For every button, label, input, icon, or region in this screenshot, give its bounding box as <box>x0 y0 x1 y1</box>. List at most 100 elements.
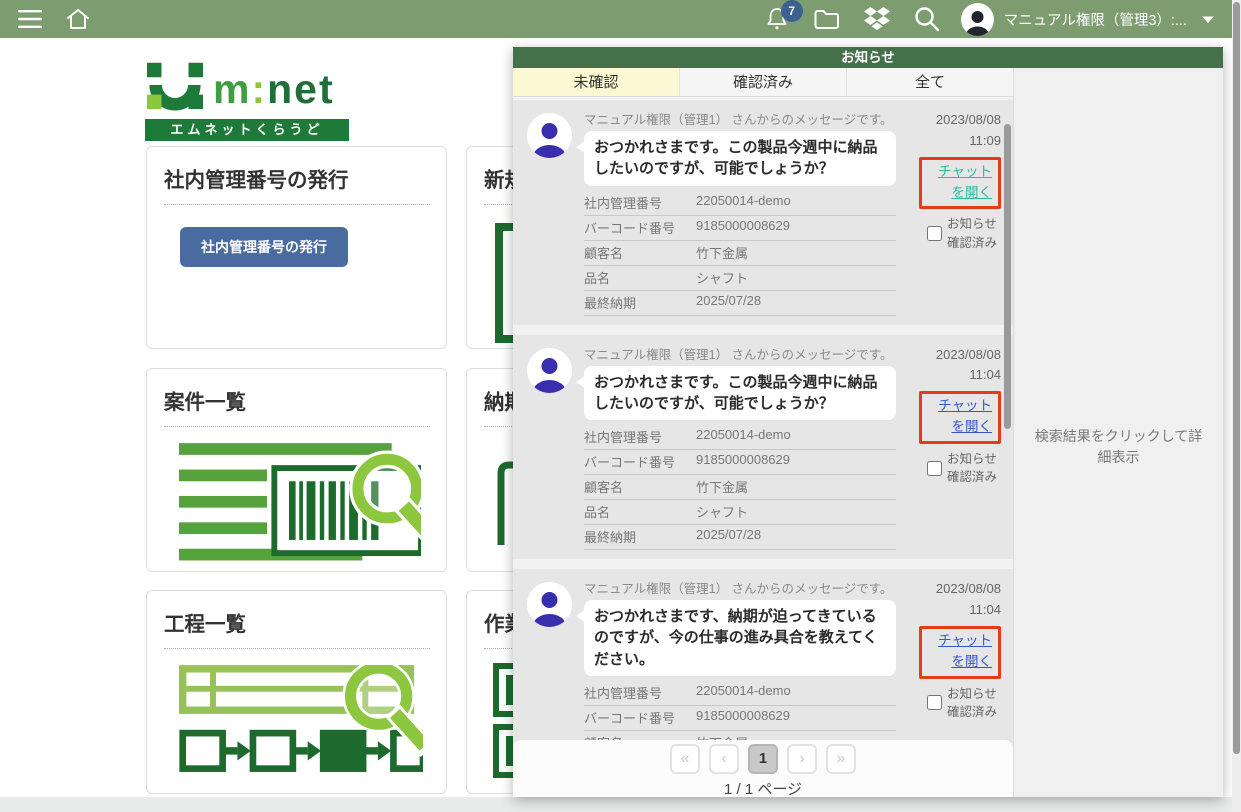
next-page-button[interactable]: › <box>787 744 817 774</box>
home-icon[interactable] <box>65 7 91 31</box>
tab-confirmed[interactable]: 確認済み <box>680 68 847 96</box>
page-1-button[interactable]: 1 <box>748 744 778 774</box>
notification-date: 2023/08/08 <box>896 579 1001 600</box>
card-process-list: 工程一覧 <box>146 590 447 794</box>
page-bottom-strip <box>0 797 1241 812</box>
sender-avatar <box>527 348 572 393</box>
card-issue-control-number: 社内管理番号の発行 社内管理番号の発行 <box>146 146 447 349</box>
notification-time: 11:09 <box>896 131 1001 152</box>
notification-count-badge: 7 <box>781 0 803 22</box>
notification-item: マニュアル権限（管理1） さんからのメッセージです。 おつかれさまです。この製品… <box>513 335 1013 560</box>
sender-avatar <box>527 582 572 627</box>
page-scrollbar[interactable] <box>1232 0 1241 812</box>
process-flow-search-icon[interactable] <box>179 665 423 785</box>
field-label: 品名 <box>584 502 696 521</box>
field-value: 2025/07/28 <box>696 527 761 546</box>
notification-time: 11:04 <box>896 365 1001 386</box>
open-chat-link[interactable]: チャットを開く <box>928 162 992 204</box>
user-avatar[interactable] <box>961 3 994 36</box>
dropbox-icon[interactable] <box>863 6 891 32</box>
field-value: シャフト <box>696 502 748 521</box>
open-chat-link[interactable]: チャットを開く <box>928 396 992 438</box>
sender-avatar <box>527 113 572 158</box>
notice-panel-title: お知らせ <box>513 47 1223 68</box>
caret-down-icon[interactable] <box>1201 15 1215 24</box>
folder-icon[interactable] <box>813 7 841 31</box>
brand-tagline: エムネットくらうど <box>145 119 349 141</box>
field-value: 竹下金属 <box>696 243 748 262</box>
confirm-check-row: お知らせ確認済み <box>896 685 1001 721</box>
field-label: バーコード番号 <box>584 708 696 727</box>
notice-confirmed-checkbox[interactable] <box>927 695 942 710</box>
page-count-label: 1 / 1 ページ <box>513 778 1013 799</box>
notification-date: 2023/08/08 <box>896 110 1001 131</box>
card-title: 案件一覧 <box>164 385 430 427</box>
message-bubble: おつかれさまです。この製品今週中に納品したいのですが、可能でしょうか？ <box>584 131 896 186</box>
confirm-check-row: お知らせ確認済み <box>896 215 1001 251</box>
brand-name: m:net <box>213 69 335 112</box>
notice-tabs: 未確認 確認済み 全て <box>513 68 1013 97</box>
field-label: バーコード番号 <box>584 218 696 237</box>
sender-line: マニュアル権限（管理1） さんからのメッセージです。 <box>584 578 896 597</box>
field-value: 9185000008629 <box>696 218 790 237</box>
notification-date: 2023/08/08 <box>896 345 1001 366</box>
field-value: シャフト <box>696 268 748 287</box>
notice-panel: お知らせ 未確認 確認済み 全て マニュアル権限（管理1） さんからのメッセージ… <box>513 47 1223 797</box>
field-value: 22050014-demo <box>696 193 791 212</box>
field-label: 最終納期 <box>584 293 696 312</box>
chat-link-highlight-box: チャットを開く <box>919 157 1001 210</box>
notice-confirmed-label: お知らせ確認済み <box>947 450 1001 486</box>
detail-placeholder-text: 検索結果をクリックして詳細表示 <box>1014 426 1223 468</box>
pagination-bar: « ‹ 1 › » 1 / 1 ページ <box>513 740 1013 797</box>
sender-line: マニュアル権限（管理1） さんからのメッセージです。 <box>584 109 896 128</box>
barcode-search-icon[interactable] <box>179 443 421 565</box>
user-menu-label[interactable]: マニュアル権限（管理3）:... <box>1004 9 1187 30</box>
card-project-list: 案件一覧 <box>146 368 447 572</box>
field-value: 9185000008629 <box>696 708 790 727</box>
message-bubble: おつかれさまです。この製品今週中に納品したいのですが、可能でしょうか？ <box>584 366 896 421</box>
first-page-button[interactable]: « <box>670 744 700 774</box>
prev-page-button[interactable]: ‹ <box>709 744 739 774</box>
notification-item: マニュアル権限（管理1） さんからのメッセージです。 おつかれさまです。この製品… <box>513 100 1013 325</box>
notifications-bell-icon[interactable]: 7 <box>765 6 789 32</box>
message-bubble: おつかれさまです、納期が迫ってきているのですが、今の仕事の進み具合を教えてくださ… <box>584 600 896 676</box>
field-label: バーコード番号 <box>584 452 696 471</box>
list-scrollbar-thumb[interactable] <box>1004 124 1011 429</box>
field-value: 2025/07/28 <box>696 293 761 312</box>
notification-list: マニュアル権限（管理1） さんからのメッセージです。 おつかれさまです。この製品… <box>513 97 1013 797</box>
notification-time: 11:04 <box>896 600 1001 621</box>
field-value: 9185000008629 <box>696 452 790 471</box>
tab-unconfirmed[interactable]: 未確認 <box>513 68 680 96</box>
detail-fields: 社内管理番号22050014-demo バーコード番号9185000008629… <box>584 191 896 316</box>
menu-icon[interactable] <box>17 9 43 29</box>
open-chat-link[interactable]: チャットを開く <box>928 631 992 673</box>
field-label: 社内管理番号 <box>584 683 696 702</box>
last-page-button[interactable]: » <box>826 744 856 774</box>
field-value: 22050014-demo <box>696 683 791 702</box>
notice-confirmed-label: お知らせ確認済み <box>947 215 1001 251</box>
app-logo: m:net エムネットくらうど <box>145 56 349 141</box>
issue-control-number-button[interactable]: 社内管理番号の発行 <box>180 227 348 267</box>
field-label: 最終納期 <box>584 527 696 546</box>
field-value: 22050014-demo <box>696 427 791 446</box>
field-label: 品名 <box>584 268 696 287</box>
notice-list-column: 未確認 確認済み 全て マニュアル権限（管理1） さんからのメッセージです。 お… <box>513 68 1013 797</box>
notice-confirmed-label: お知らせ確認済み <box>947 685 1001 721</box>
field-value: 竹下金属 <box>696 477 748 496</box>
page-scrollbar-thumb[interactable] <box>1233 2 1240 754</box>
mnet-logo-mark <box>145 56 205 112</box>
tab-all[interactable]: 全て <box>847 68 1013 96</box>
notice-confirmed-checkbox[interactable] <box>927 461 942 476</box>
card-title: 社内管理番号の発行 <box>164 163 430 205</box>
confirm-check-row: お知らせ確認済み <box>896 450 1001 486</box>
notice-confirmed-checkbox[interactable] <box>927 226 942 241</box>
field-label: 社内管理番号 <box>584 193 696 212</box>
field-label: 顧客名 <box>584 243 696 262</box>
chat-link-highlight-box: チャットを開く <box>919 391 1001 444</box>
chat-link-highlight-box: チャットを開く <box>919 626 1001 679</box>
top-navigation-bar: 7 マニュアル権限（管理3）:... <box>0 0 1241 38</box>
field-label: 顧客名 <box>584 477 696 496</box>
search-icon[interactable] <box>913 5 941 33</box>
detail-fields: 社内管理番号22050014-demo バーコード番号9185000008629… <box>584 425 896 550</box>
field-label: 社内管理番号 <box>584 427 696 446</box>
